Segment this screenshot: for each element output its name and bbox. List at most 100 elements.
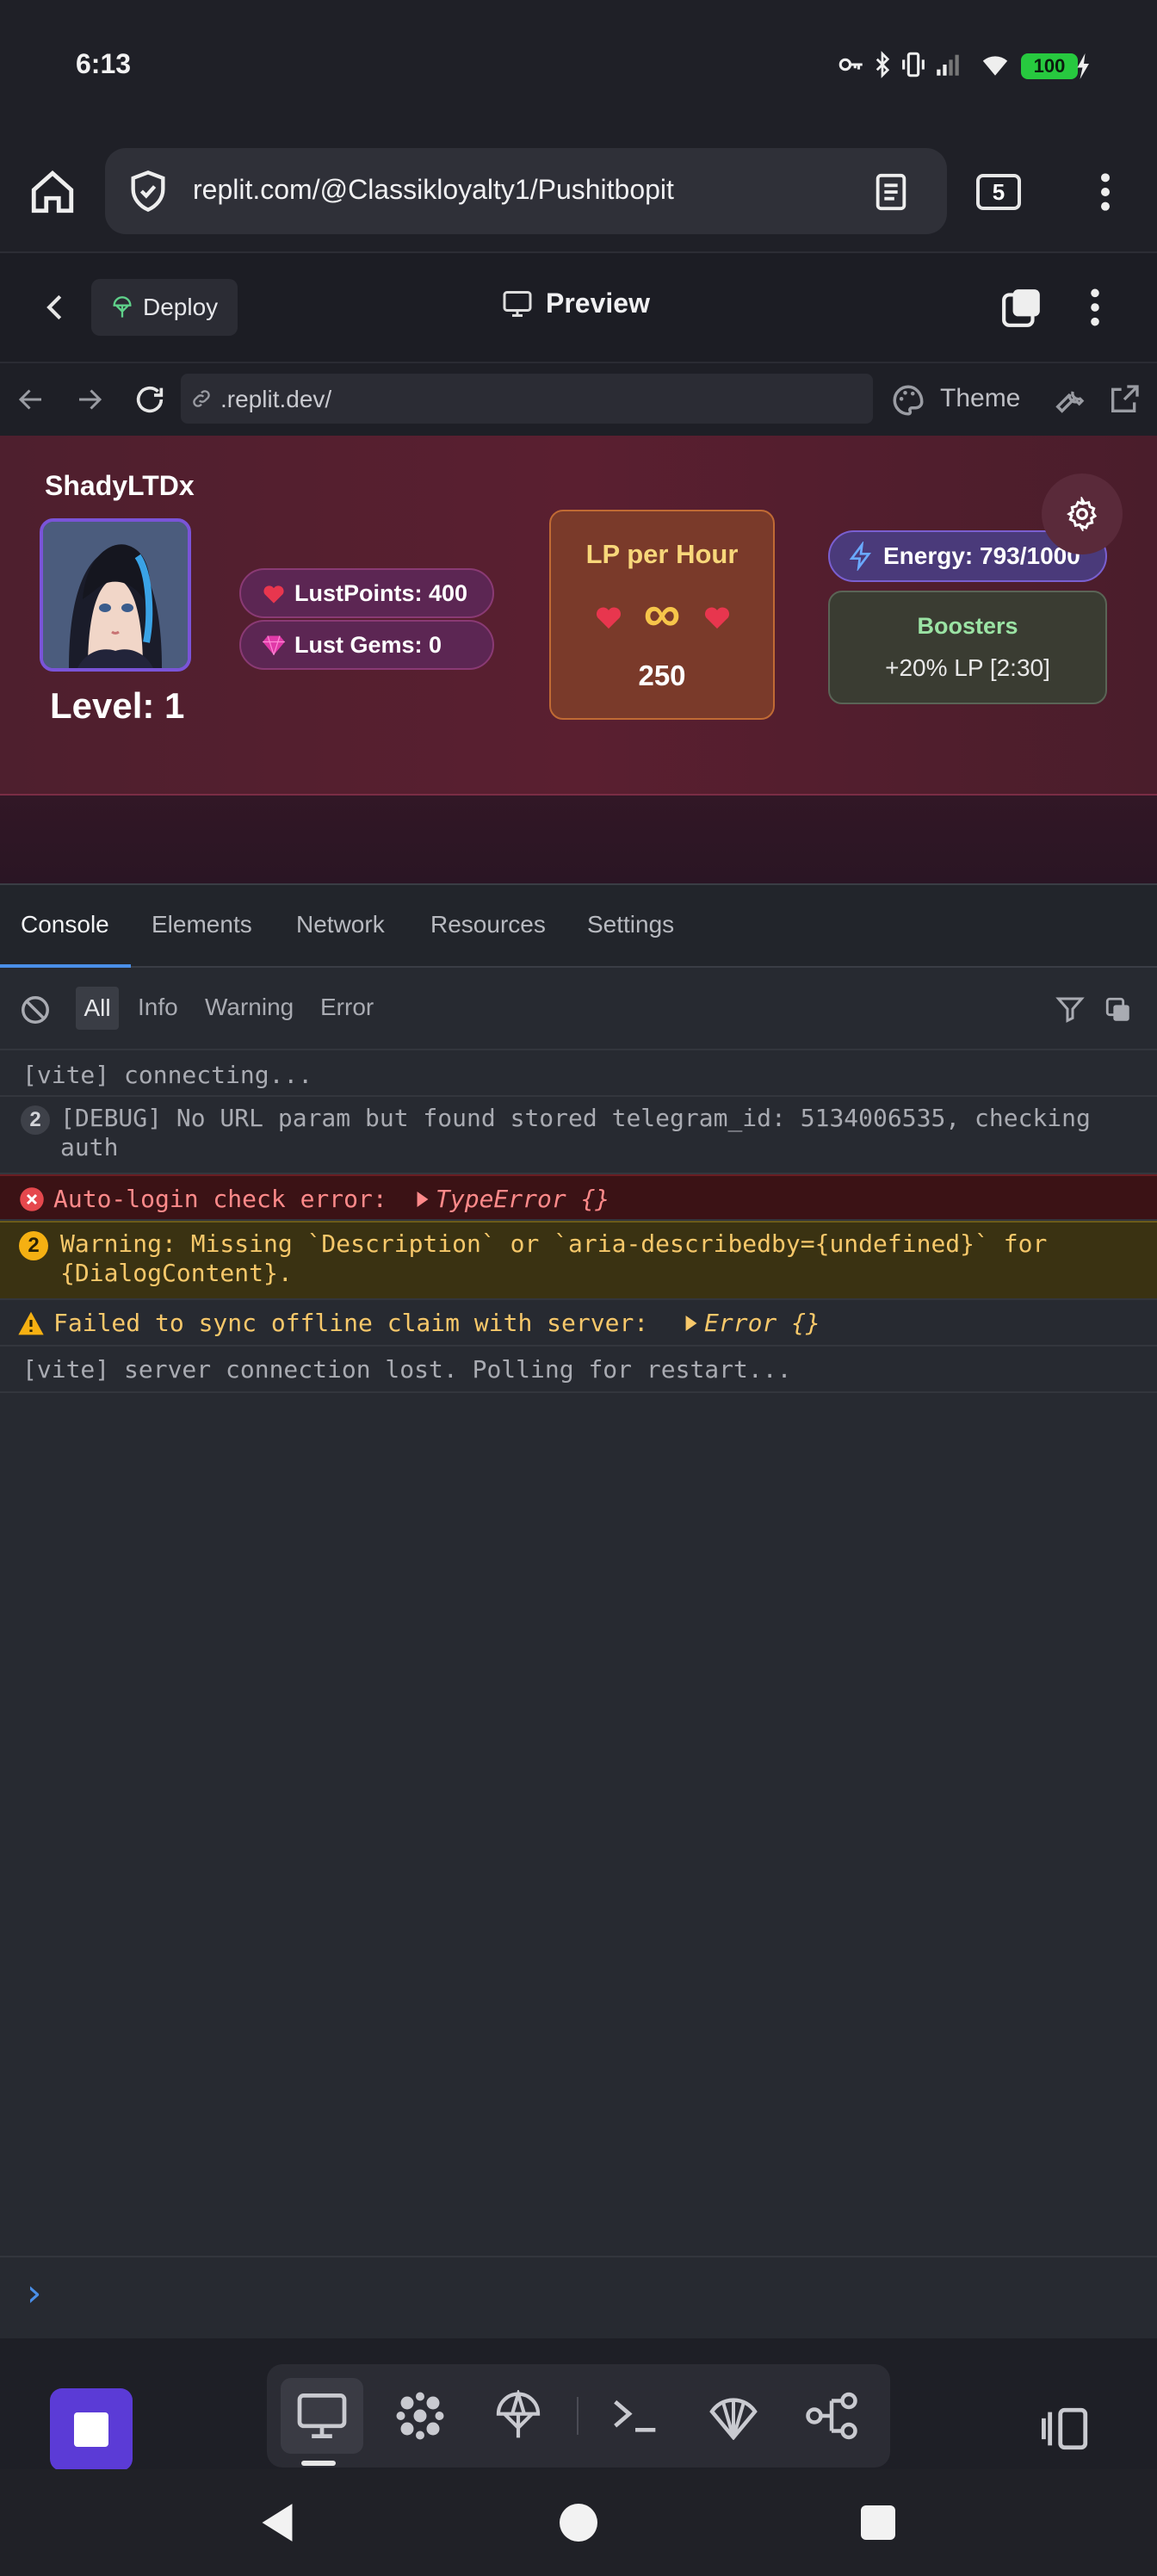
nav-home-circle-icon[interactable] — [558, 2502, 599, 2543]
console-log-row: [vite] server connection lost. Polling f… — [0, 1347, 1157, 1393]
shell-fan-icon — [709, 2398, 758, 2440]
key-icon — [838, 58, 863, 71]
repeat-count-badge: 2 — [21, 1105, 50, 1135]
heart-icon — [263, 585, 284, 604]
webview-nav: .replit.dev/ Theme — [0, 362, 1157, 436]
filter-info[interactable]: Info — [138, 994, 178, 1021]
dock-git-button[interactable] — [790, 2378, 873, 2454]
agent-icon — [396, 2392, 444, 2440]
battery-icon: 100 — [1021, 53, 1078, 79]
tab-console[interactable]: Console — [0, 885, 131, 968]
open-external-icon[interactable] — [1107, 382, 1142, 417]
tab-switcher-button[interactable]: 5 — [976, 174, 1021, 210]
url-text[interactable]: replit.com/@Classikloyalty1/Pushitbopit — [193, 174, 674, 206]
tab-console-label: Console — [21, 911, 109, 938]
shield-icon[interactable] — [126, 169, 170, 214]
palette-icon[interactable] — [890, 382, 926, 418]
filter-icon[interactable] — [1054, 994, 1086, 1025]
tab-elements[interactable]: Elements — [152, 911, 252, 938]
url-bar[interactable]: replit.com/@Classikloyalty1/Pushitbopit — [105, 148, 947, 234]
dock-shell-button[interactable] — [594, 2378, 677, 2454]
dock-preview-button[interactable] — [281, 2378, 363, 2454]
reader-mode-icon[interactable] — [871, 172, 911, 212]
header-more-icon[interactable] — [1080, 286, 1111, 329]
bluetooth-icon — [875, 51, 890, 78]
console-filter-bar: All Info Warning Error — [0, 968, 1157, 1050]
status-bar: 6:13 100 — [0, 0, 1157, 133]
log-object[interactable]: Error {} — [704, 1309, 820, 1338]
split-view-icon[interactable] — [1042, 2406, 1092, 2452]
preview-title: Preview — [501, 288, 650, 319]
stop-icon — [74, 2412, 108, 2447]
theme-button[interactable]: Theme — [940, 384, 1020, 413]
filter-warning[interactable]: Warning — [205, 994, 294, 1021]
deploy-label: Deploy — [143, 294, 219, 320]
deploy-icon — [496, 2390, 541, 2438]
log-text: Auto-login check error: — [53, 1185, 387, 1213]
signal-icon — [937, 54, 959, 76]
stop-button[interactable] — [50, 2388, 133, 2471]
dock-extensions-button[interactable] — [692, 2378, 775, 2454]
game-settings-button[interactable] — [1042, 474, 1123, 554]
bottom-dock — [0, 2338, 1157, 2471]
tab-resources[interactable]: Resources — [430, 911, 546, 938]
expand-triangle-icon[interactable] — [685, 1316, 697, 1331]
console-input[interactable]: › — [0, 2256, 1157, 2338]
tab-network[interactable]: Network — [296, 911, 385, 938]
console-log-row: [vite] connecting... — [0, 1052, 1157, 1097]
player-level: Level: 1 — [50, 685, 185, 726]
console-warning-row: Failed to sync offline claim with server… — [0, 1300, 1157, 1347]
deploy-button[interactable]: Deploy — [91, 279, 238, 336]
console-log-row: 2 [DEBUG] No URL param but found stored … — [0, 1097, 1157, 1174]
home-icon[interactable] — [28, 167, 77, 217]
reload-icon[interactable] — [133, 382, 167, 417]
avatar[interactable] — [40, 518, 191, 672]
back-icon[interactable] — [40, 289, 72, 325]
boosters-title: Boosters — [917, 613, 1018, 639]
infinity-symbol: ∞ — [643, 585, 681, 642]
boosters-value: +20% LP [2:30] — [885, 654, 1050, 681]
wifi-icon — [982, 56, 1008, 76]
dock-agent-button[interactable] — [379, 2378, 461, 2454]
log-text: [DEBUG] No URL param but found stored te… — [60, 1104, 1091, 1161]
filter-error[interactable]: Error — [320, 994, 374, 1021]
new-tab-icon[interactable] — [1000, 286, 1043, 329]
repeat-count-badge: 2 — [19, 1231, 48, 1260]
clear-console-icon[interactable] — [19, 994, 52, 1026]
dock-divider — [577, 2397, 578, 2435]
vibrate-icon — [902, 52, 925, 77]
wrench-icon[interactable] — [1052, 382, 1086, 417]
devtools-tabs: Console Elements Network Resources Setti… — [0, 885, 1157, 968]
address-text[interactable]: .replit.dev/ — [220, 386, 331, 413]
warning-icon — [18, 1311, 44, 1335]
replit-header: Deploy Preview — [0, 251, 1157, 362]
nav-forward-icon[interactable] — [74, 384, 105, 415]
console-warning-row: 2 Warning: Missing `Description` or `ari… — [0, 1221, 1157, 1300]
address-field[interactable]: .replit.dev/ — [181, 374, 873, 424]
log-text: [vite] connecting... — [22, 1061, 313, 1089]
lp-per-hour-title: LP per Hour — [585, 539, 739, 569]
boosters-card[interactable]: Boosters +20% LP [2:30] — [828, 591, 1107, 704]
lust-gems-value: Lust Gems: 0 — [294, 631, 442, 658]
expand-triangle-icon[interactable] — [417, 1192, 429, 1207]
nav-back-icon[interactable] — [15, 384, 46, 415]
battery-level: 100 — [1033, 55, 1066, 77]
lust-points-pill: LustPoints: 400 — [239, 568, 494, 618]
more-menu-icon[interactable] — [1090, 170, 1121, 214]
error-icon — [20, 1187, 44, 1211]
copy-icon[interactable] — [1104, 995, 1133, 1025]
nav-recents-square-icon[interactable] — [859, 2504, 897, 2542]
lp-per-hour-value: 250 — [638, 659, 686, 691]
log-object[interactable]: TypeError {} — [436, 1185, 609, 1214]
nav-back-triangle-icon[interactable] — [258, 2502, 296, 2543]
monitor-icon — [503, 290, 532, 317]
gem-icon — [263, 635, 285, 655]
tab-settings[interactable]: Settings — [587, 911, 674, 938]
browser-toolbar: replit.com/@Classikloyalty1/Pushitbopit … — [0, 133, 1157, 251]
lust-gems-pill: Lust Gems: 0 — [239, 620, 494, 670]
filter-all[interactable]: All — [76, 987, 119, 1030]
lp-per-hour-card: LP per Hour ∞ 250 — [549, 510, 775, 720]
avatar-image — [43, 522, 188, 668]
lightning-icon — [849, 542, 871, 571]
dock-deploy-button[interactable] — [477, 2378, 560, 2454]
